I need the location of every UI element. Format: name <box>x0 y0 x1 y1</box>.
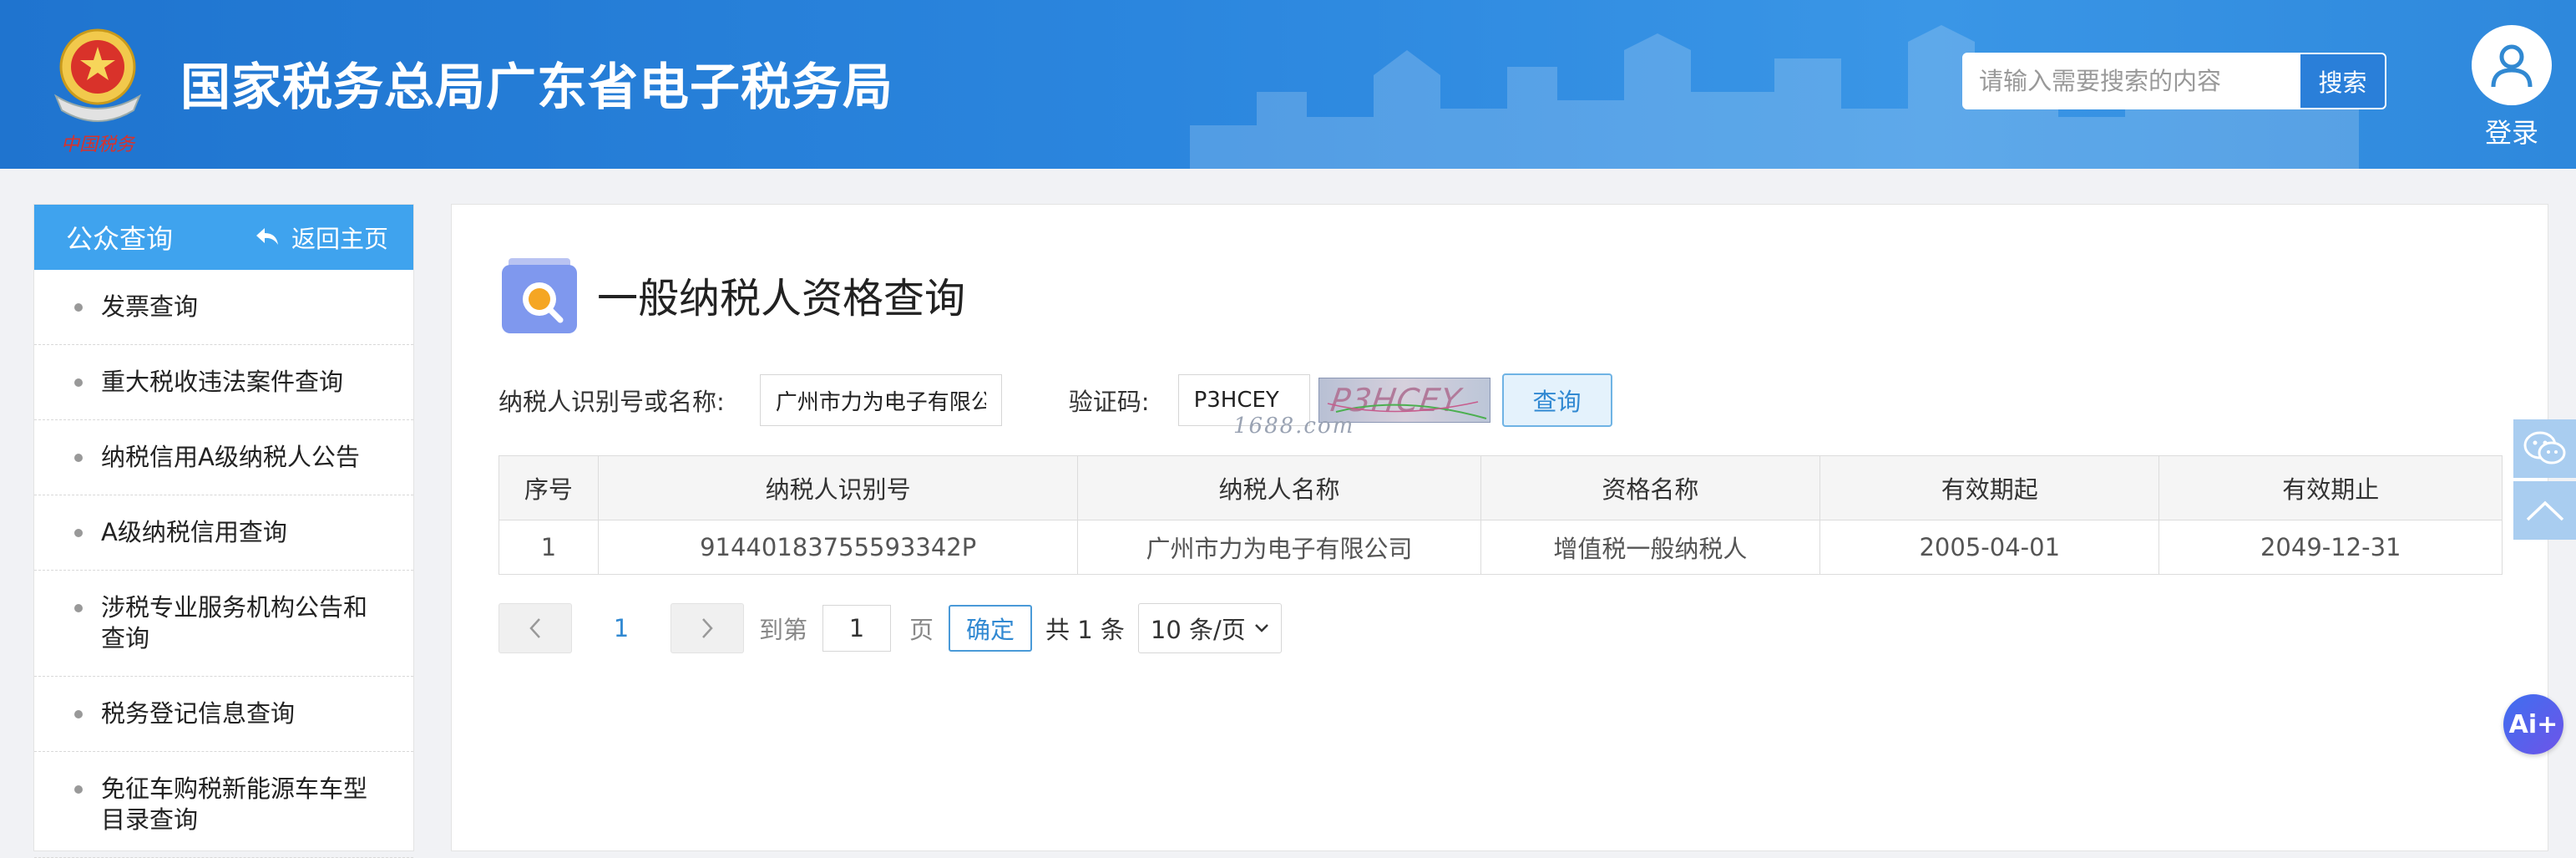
goto-page-input[interactable] <box>822 605 892 652</box>
bullet-icon <box>74 604 83 612</box>
pagination: 1 到第 页 确定 共 1 条 10 条/页 <box>498 602 1282 654</box>
sidebar-item-label[interactable]: 涉税专业服务机构公告和查询 <box>101 593 367 652</box>
bullet-icon <box>74 529 83 537</box>
back-to-top-button[interactable] <box>2513 481 2576 540</box>
main-panel: 一般纳税人资格查询 纳税人识别号或名称: 验证码: P3HCEY 查询 1688… <box>451 204 2548 851</box>
col-header-qualification: 资格名称 <box>1480 455 1821 520</box>
query-button[interactable]: 查询 <box>1501 373 1612 427</box>
total-count: 共 1 条 <box>1045 616 1125 644</box>
search-document-icon <box>502 258 577 333</box>
bullet-icon <box>74 378 83 387</box>
sidebar-item-a-level-credit-query[interactable]: A级纳税信用查询 <box>34 495 413 571</box>
page-header: 一般纳税人资格查询 <box>502 256 965 333</box>
bullet-icon <box>74 303 83 312</box>
sidebar: 公众查询 返回主页 发票查询 重大税收违法案件查询 纳税信用A级纳税人公告 A级… <box>33 204 414 858</box>
cell-taxpayer-id: 91440183755593342P <box>597 520 1079 575</box>
login-label[interactable]: 登录 <box>2470 112 2553 150</box>
cell-index: 1 <box>498 520 599 575</box>
login-link[interactable]: 登录 <box>2470 25 2553 150</box>
sidebar-menu: 发票查询 重大税收违法案件查询 纳税信用A级纳税人公告 A级纳税信用查询 涉税专… <box>34 270 413 858</box>
sidebar-item-label[interactable]: 重大税收违法案件查询 <box>101 368 343 396</box>
next-page-button[interactable] <box>671 603 744 653</box>
goto-confirm-button[interactable]: 确定 <box>949 605 1033 652</box>
taxpayer-label: 纳税人识别号或名称: <box>498 388 725 416</box>
wechat-float-button[interactable] <box>2513 419 2576 478</box>
chevron-right-icon <box>702 618 713 638</box>
site-header: 中国税务 国家税务总局广东省电子税务局 搜索 登录 <box>0 0 2576 169</box>
back-home-link[interactable]: 返回主页 <box>255 220 388 255</box>
bullet-icon <box>74 710 83 718</box>
page-size-select[interactable]: 10 条/页 <box>1137 603 1282 653</box>
sidebar-item-a-level-announcement[interactable]: 纳税信用A级纳税人公告 <box>34 420 413 495</box>
taxpayer-input[interactable] <box>759 374 1002 426</box>
chevron-down-icon <box>1254 624 1268 632</box>
watermark-text: 1688.com <box>1233 414 1355 439</box>
query-form: 纳税人识别号或名称: 验证码: P3HCEY 查询 <box>498 373 1612 427</box>
user-avatar-icon[interactable] <box>2472 25 2552 105</box>
captcha-label: 验证码: <box>1068 388 1150 416</box>
cell-qualification: 增值税一般纳税人 <box>1480 520 1821 575</box>
cell-taxpayer-name: 广州市力为电子有限公司 <box>1077 520 1481 575</box>
sidebar-item-label[interactable]: 发票查询 <box>101 292 198 321</box>
sidebar-item-tax-agency-query[interactable]: 涉税专业服务机构公告和查询 <box>34 571 413 677</box>
sidebar-item-invoice-query[interactable]: 发票查询 <box>34 270 413 345</box>
chevron-left-icon <box>529 618 540 638</box>
svg-text:中国税务: 中国税务 <box>61 135 136 155</box>
table-row: 1 91440183755593342P 广州市力为电子有限公司 增值税一般纳税… <box>498 520 2503 575</box>
col-header-taxpayer-name: 纳税人名称 <box>1077 455 1481 520</box>
back-home-label[interactable]: 返回主页 <box>291 220 388 255</box>
sidebar-item-major-violation-query[interactable]: 重大税收违法案件查询 <box>34 345 413 420</box>
sidebar-item-new-energy-vehicle-query[interactable]: 免征车购税新能源车车型目录查询 <box>34 752 413 858</box>
col-header-valid-from: 有效期起 <box>1819 455 2160 520</box>
search-input[interactable] <box>1964 54 2300 108</box>
col-header-taxpayer-id: 纳税人识别号 <box>597 455 1079 520</box>
page-unit-label: 页 <box>909 616 934 644</box>
sidebar-item-label[interactable]: 税务登记信息查询 <box>101 699 295 728</box>
search-box: 搜索 <box>1962 53 2386 109</box>
col-header-index: 序号 <box>498 455 599 520</box>
sidebar-item-label[interactable]: 纳税信用A级纳税人公告 <box>101 443 360 471</box>
wechat-icon <box>2523 431 2565 465</box>
back-arrow-icon <box>256 228 278 245</box>
sidebar-item-label[interactable]: 免征车购税新能源车车型目录查询 <box>101 774 367 834</box>
site-title: 国家税务总局广东省电子税务局 <box>180 58 893 117</box>
bullet-icon <box>74 454 83 462</box>
prev-page-button[interactable] <box>498 603 572 653</box>
result-table: 序号 纳税人识别号 纳税人名称 资格名称 有效期起 有效期止 1 9144018… <box>498 455 2503 575</box>
cell-valid-to: 2049-12-31 <box>2158 520 2503 575</box>
page-title: 一般纳税人资格查询 <box>597 274 966 322</box>
page-number[interactable]: 1 <box>572 614 671 642</box>
ai-assistant-button[interactable]: Ai+ <box>2503 694 2563 754</box>
bullet-icon <box>74 785 83 794</box>
page-size-value[interactable]: 10 条/页 <box>1151 611 1246 646</box>
col-header-valid-to: 有效期止 <box>2158 455 2503 520</box>
cell-valid-from: 2005-04-01 <box>1819 520 2160 575</box>
sidebar-item-label[interactable]: A级纳税信用查询 <box>101 518 287 546</box>
chevron-up-icon <box>2526 500 2563 521</box>
goto-label: 到第 <box>759 616 808 644</box>
table-header-row: 序号 纳税人识别号 纳税人名称 资格名称 有效期起 有效期止 <box>498 455 2503 520</box>
tax-emblem-logo[interactable]: 中国税务 <box>43 17 152 159</box>
sidebar-item-registration-query[interactable]: 税务登记信息查询 <box>34 677 413 752</box>
search-button[interactable]: 搜索 <box>2300 54 2385 108</box>
sidebar-title: 公众查询 <box>66 223 174 255</box>
sidebar-header: 公众查询 返回主页 <box>34 205 413 270</box>
